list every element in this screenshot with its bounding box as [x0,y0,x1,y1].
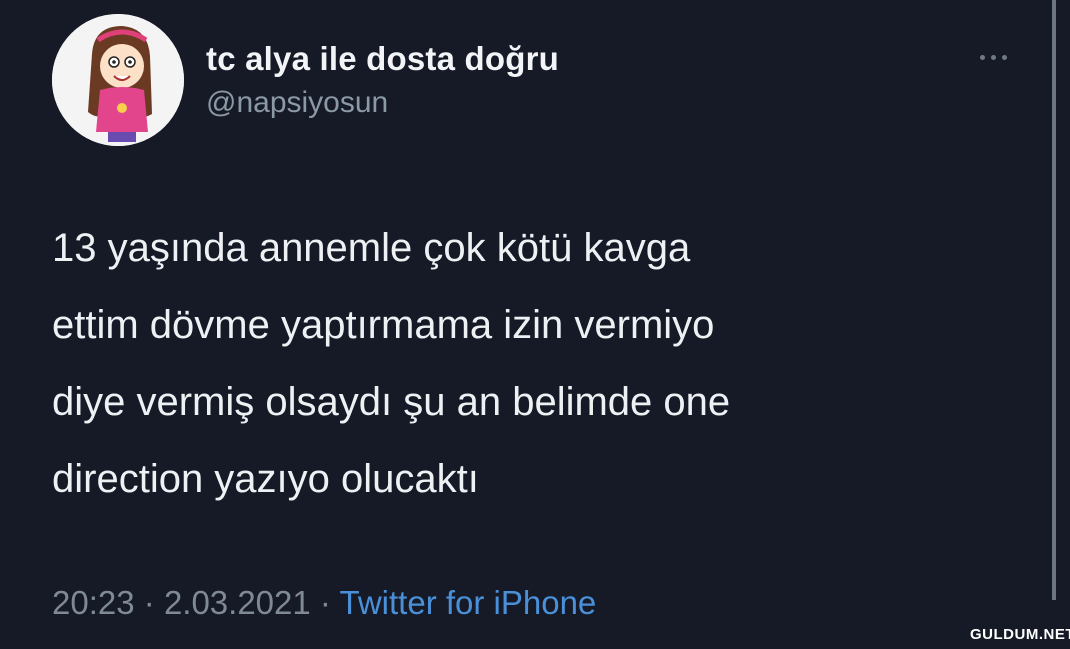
more-options-icon-dot [991,55,996,60]
tweet-meta: 20:23 · 2.03.2021 · Twitter for iPhone [52,584,596,622]
tweet-text: 13 yaşında annemle çok kötü kavga ettim … [52,226,731,501]
more-options-button[interactable] [972,48,1016,68]
display-name[interactable]: tc alya ile dosta doğru [206,40,559,78]
tweet-date[interactable]: 2.03.2021 [164,584,311,621]
avatar[interactable] [52,14,184,146]
meta-separator: · [319,584,331,621]
tweet-card: tc alya ile dosta doğru @napsiyosun 13 y… [0,0,1070,649]
cartoon-girl-avatar-icon [52,14,184,146]
meta-separator: · [143,584,155,621]
watermark: GULDUM.NET [970,626,1070,643]
tweet-source-link[interactable]: Twitter for iPhone [340,584,597,621]
more-options-icon [980,55,985,60]
more-options-icon-dot [1002,55,1007,60]
user-handle[interactable]: @napsiyosun [206,86,388,120]
tweet-time[interactable]: 20:23 [52,584,135,621]
scrollbar[interactable] [1052,0,1056,600]
